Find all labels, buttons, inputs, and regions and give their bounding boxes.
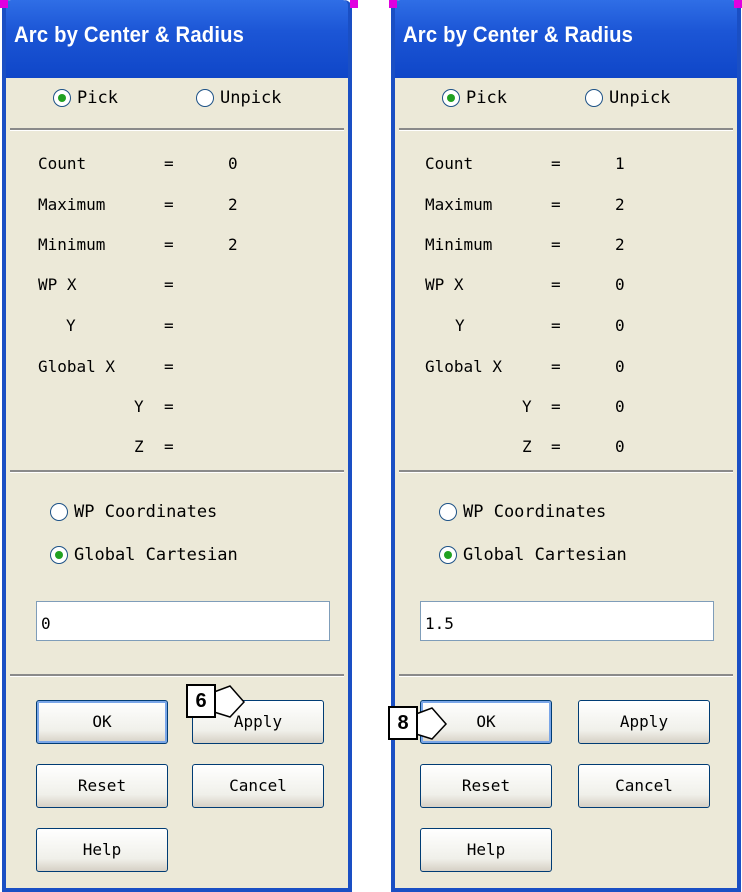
global-x-label: Global X [425,357,503,376]
radio-checked-icon[interactable] [53,89,71,107]
radio-unchecked-icon[interactable] [196,89,214,107]
unpick-label: Unpick [220,88,282,108]
global-cartesian-label: Global Cartesian [74,545,238,565]
radio-checked-icon[interactable] [442,89,460,107]
title-bar[interactable]: Arc by Center & Radius [395,0,737,78]
global-y-equals: = [164,397,174,416]
global-z-equals: = [164,437,174,456]
global-z-label: Z [134,437,144,456]
pick-label: Pick [466,88,507,108]
count-equals: = [164,154,174,173]
unpick-radio-option[interactable]: Unpick [585,88,670,108]
dialog-body: Pick Unpick Count = 1 Maximum = 2 Minimu… [395,78,737,888]
wp-x-equals: = [551,275,561,294]
global-x-label: Global X [38,357,116,376]
window-corner [734,0,742,8]
step-number: 8 [388,706,418,740]
window-corner [350,0,358,8]
wp-y-label: Y [455,316,465,335]
minimum-label: Minimum [38,235,106,254]
minimum-value: 2 [228,235,238,254]
global-y-label: Y [134,397,144,416]
separator [10,470,344,473]
global-x-value: 0 [615,357,625,376]
wp-y-value: 0 [615,316,625,335]
pick-dialog-right: Arc by Center & Radius Pick Unpick Count… [391,0,741,892]
global-cartesian-label: Global Cartesian [463,545,627,565]
dialog-title: Arc by Center & Radius [403,22,634,47]
maximum-value: 2 [228,195,238,214]
window-corner [389,0,397,8]
radio-unchecked-icon[interactable] [585,89,603,107]
count-value: 0 [228,154,238,173]
dialog-body: Pick Unpick Count = 0 Maximum = 2 Minimu… [6,78,348,888]
global-z-equals: = [551,437,561,456]
wp-x-label: WP X [38,275,77,294]
pick-dialog-left: Arc by Center & Radius Pick Unpick Count… [2,0,352,892]
apply-button[interactable]: Apply [578,700,710,744]
global-y-equals: = [551,397,561,416]
wp-x-equals: = [164,275,174,294]
step-number: 6 [186,684,216,718]
minimum-equals: = [551,235,561,254]
wp-coordinates-radio-option[interactable]: WP Coordinates [50,502,217,522]
global-cartesian-radio-option[interactable]: Global Cartesian [50,545,238,565]
wp-y-equals: = [164,316,174,335]
cancel-button[interactable]: Cancel [192,764,324,808]
wp-x-value: 0 [615,275,625,294]
window-corner [0,0,8,8]
ok-button[interactable]: OK [36,700,168,744]
reset-button[interactable]: Reset [420,764,552,808]
wp-coordinates-label: WP Coordinates [74,502,218,522]
unpick-label: Unpick [609,88,671,108]
wp-coordinates-label: WP Coordinates [463,502,607,522]
separator [10,128,344,131]
count-label: Count [38,154,87,173]
separator [399,128,733,131]
separator [399,470,733,473]
radio-checked-icon[interactable] [50,546,68,564]
count-label: Count [425,154,474,173]
count-value: 1 [615,154,625,173]
pick-radio-option[interactable]: Pick [53,88,118,108]
count-equals: = [551,154,561,173]
coordinate-input[interactable]: 0 [36,601,330,641]
step-callout: 8 [388,706,458,742]
help-button[interactable]: Help [420,828,552,872]
wp-coordinates-radio-option[interactable]: WP Coordinates [439,502,606,522]
maximum-label: Maximum [38,195,106,214]
help-button[interactable]: Help [36,828,168,872]
global-y-label: Y [522,397,532,416]
maximum-value: 2 [615,195,625,214]
wp-y-label: Y [66,316,76,335]
pick-radio-option[interactable]: Pick [442,88,507,108]
global-y-value: 0 [615,397,625,416]
pick-label: Pick [77,88,118,108]
minimum-value: 2 [615,235,625,254]
maximum-equals: = [551,195,561,214]
global-z-value: 0 [615,437,625,456]
global-x-equals: = [551,357,561,376]
global-cartesian-radio-option[interactable]: Global Cartesian [439,545,627,565]
minimum-label: Minimum [425,235,493,254]
global-z-label: Z [522,437,532,456]
minimum-equals: = [164,235,174,254]
reset-button[interactable]: Reset [36,764,168,808]
separator [399,674,733,677]
separator [10,674,344,677]
radio-unchecked-icon[interactable] [439,503,457,521]
coordinate-input[interactable]: 1.5 [420,601,714,641]
radio-unchecked-icon[interactable] [50,503,68,521]
radio-checked-icon[interactable] [439,546,457,564]
maximum-label: Maximum [425,195,493,214]
dialog-title: Arc by Center & Radius [14,22,245,47]
global-x-equals: = [164,357,174,376]
title-bar[interactable]: Arc by Center & Radius [6,0,348,78]
step-callout: 6 [186,684,256,720]
wp-x-label: WP X [425,275,464,294]
wp-y-equals: = [551,316,561,335]
maximum-equals: = [164,195,174,214]
cancel-button[interactable]: Cancel [578,764,710,808]
unpick-radio-option[interactable]: Unpick [196,88,281,108]
